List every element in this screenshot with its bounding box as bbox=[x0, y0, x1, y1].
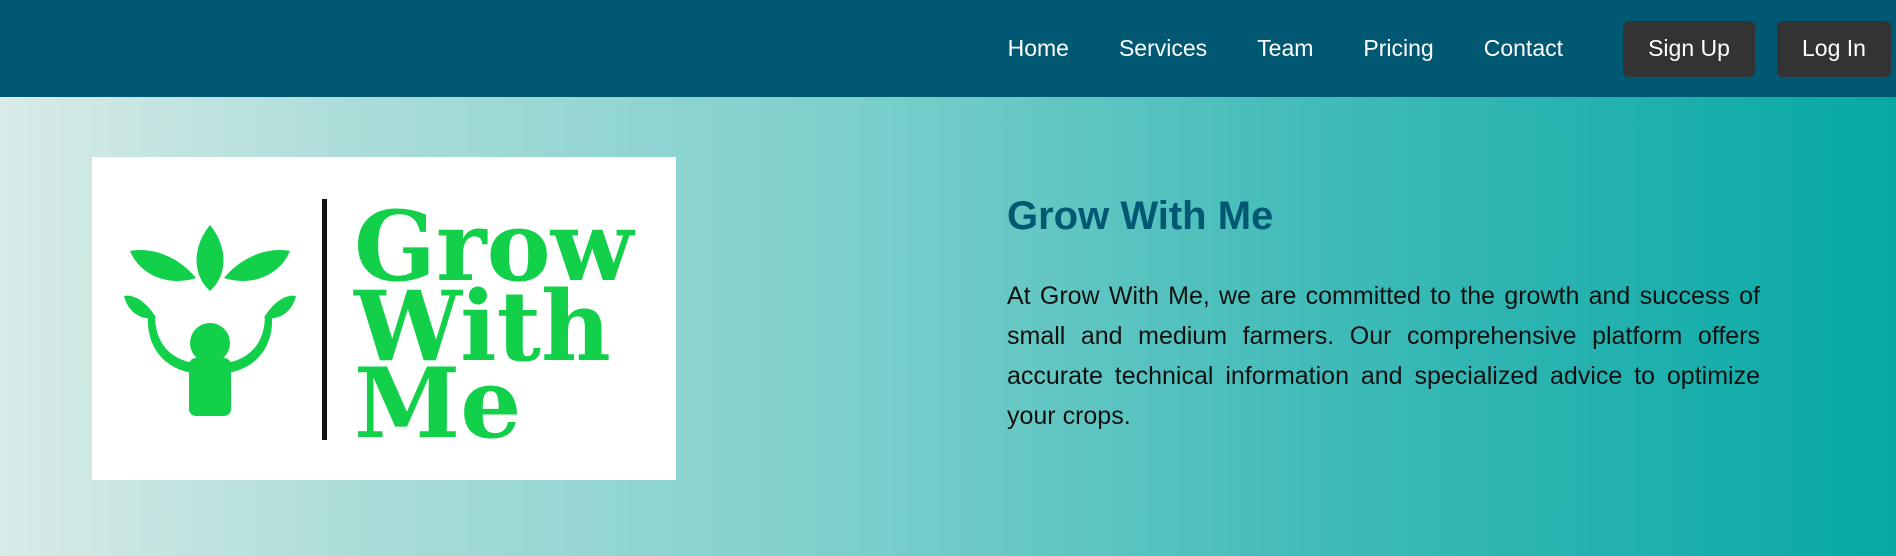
grow-with-me-logo: Grow With Me bbox=[124, 190, 636, 460]
hero-section: Grow With Me Grow With Me At Grow With M… bbox=[0, 97, 1896, 556]
hero-text: Grow With Me At Grow With Me, we are com… bbox=[1007, 192, 1760, 436]
navbar: Home Services Team Pricing Contact Sign … bbox=[0, 0, 1896, 97]
sign-up-button[interactable]: Sign Up bbox=[1623, 20, 1755, 77]
nav-link-home[interactable]: Home bbox=[1008, 35, 1069, 62]
nav-links: Home Services Team Pricing Contact Sign … bbox=[1008, 0, 1896, 97]
hero-description: At Grow With Me, we are committed to the… bbox=[1007, 282, 1760, 430]
log-in-button[interactable]: Log In bbox=[1777, 20, 1891, 77]
nav-link-pricing[interactable]: Pricing bbox=[1363, 35, 1433, 62]
nav-link-services[interactable]: Services bbox=[1119, 35, 1207, 62]
sprout-person-icon bbox=[124, 225, 296, 416]
nav-link-contact[interactable]: Contact bbox=[1484, 35, 1563, 62]
logo-word-me: Me bbox=[354, 347, 521, 460]
logo-divider bbox=[322, 199, 327, 440]
nav-link-team[interactable]: Team bbox=[1257, 35, 1313, 62]
logo-image: Grow With Me bbox=[92, 157, 676, 480]
hero-title: Grow With Me bbox=[1007, 194, 1274, 238]
